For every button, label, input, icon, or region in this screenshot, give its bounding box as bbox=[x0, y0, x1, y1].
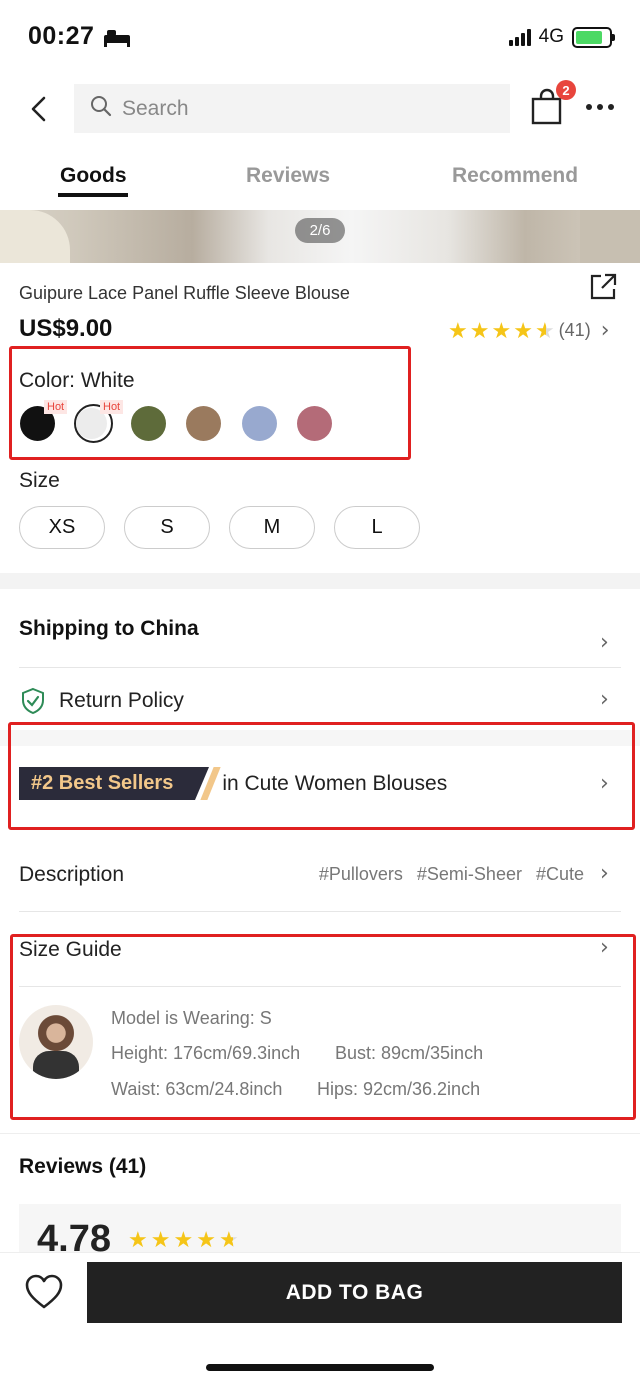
more-options-icon[interactable] bbox=[586, 104, 614, 110]
product-title: Guipure Lace Panel Ruffle Sleeve Blouse bbox=[19, 283, 350, 303]
battery-icon bbox=[572, 26, 615, 48]
tag-pullovers: #Pullovers bbox=[318, 864, 403, 884]
product-price: US$9.00 bbox=[19, 315, 113, 342]
hot-badge: Hot bbox=[100, 400, 124, 414]
section-separator bbox=[0, 573, 640, 589]
size-option-xs[interactable]: XS bbox=[19, 506, 105, 549]
chevron-right-icon[interactable]: › bbox=[600, 630, 609, 655]
star-icon: ★ bbox=[469, 317, 490, 343]
star-icon: ★ bbox=[196, 1227, 216, 1252]
hot-badge: Hot bbox=[44, 400, 68, 414]
color-highlight-box bbox=[9, 346, 411, 460]
share-icon[interactable] bbox=[588, 272, 618, 302]
tab-recommend[interactable]: Recommend bbox=[452, 164, 578, 188]
model-bust: Bust: 89cm/35inch bbox=[335, 1043, 484, 1063]
product-rating[interactable]: ★ ★ ★ ★ ★ (41) › bbox=[448, 318, 610, 343]
shield-check-icon bbox=[20, 687, 46, 720]
chevron-right-icon[interactable]: › bbox=[600, 935, 609, 960]
search-icon bbox=[90, 95, 112, 122]
size-option-m[interactable]: M bbox=[229, 506, 315, 549]
model-avatar bbox=[19, 1005, 93, 1079]
tab-goods[interactable]: Goods bbox=[60, 164, 127, 188]
home-indicator[interactable] bbox=[206, 1364, 434, 1371]
model-hips: Hips: 92cm/36.2inch bbox=[317, 1079, 481, 1099]
back-icon[interactable] bbox=[24, 92, 54, 126]
chevron-right-icon[interactable]: › bbox=[600, 771, 609, 796]
half-star-icon: ★ bbox=[534, 317, 555, 343]
status-indicators: 4G bbox=[508, 26, 615, 48]
chevron-right-icon: › bbox=[600, 318, 610, 343]
star-icon: ★ bbox=[448, 317, 468, 343]
divider bbox=[0, 1133, 640, 1134]
rating-count: (41) bbox=[558, 320, 591, 340]
rose-swatch[interactable] bbox=[297, 406, 332, 441]
size-option-s[interactable]: S bbox=[124, 506, 210, 549]
gallery-pager: 2/6 bbox=[295, 218, 345, 243]
cart-count-badge: 2 bbox=[556, 80, 576, 100]
tag-semi-sheer: #Semi-Sheer bbox=[416, 864, 522, 884]
tab-reviews[interactable]: Reviews bbox=[246, 164, 330, 188]
divider bbox=[19, 667, 621, 668]
bestseller-banner[interactable]: #2 Best Sellers in Cute Women Blouses bbox=[19, 767, 447, 800]
chevron-right-icon[interactable]: › bbox=[600, 687, 609, 712]
shipping-label[interactable]: Shipping to China bbox=[19, 617, 199, 641]
network-label: 4G bbox=[538, 26, 564, 47]
add-to-bag-button[interactable]: ADD TO BAG bbox=[87, 1262, 622, 1323]
active-tab-indicator bbox=[58, 193, 128, 197]
brown-swatch[interactable] bbox=[186, 406, 221, 441]
search-input[interactable]: Search bbox=[74, 84, 510, 133]
blue-swatch[interactable] bbox=[242, 406, 277, 441]
star-icon: ★ bbox=[128, 1227, 148, 1252]
chevron-right-icon[interactable]: › bbox=[600, 861, 609, 886]
olive-swatch[interactable] bbox=[131, 406, 166, 441]
model-height: Height: 176cm/69.3inch bbox=[111, 1043, 301, 1063]
star-icon: ★ bbox=[173, 1227, 194, 1252]
tag-cute: #Cute bbox=[535, 864, 584, 884]
signal-icon bbox=[508, 28, 531, 46]
size-option-l[interactable]: L bbox=[334, 506, 420, 549]
description-tags: #Pullovers #Semi-Sheer #Cute bbox=[319, 864, 584, 885]
sleep-mode-icon bbox=[103, 27, 131, 52]
review-stars: ★ ★ ★ ★ ★ bbox=[128, 1229, 239, 1251]
bestseller-rank-tag: #2 Best Sellers bbox=[19, 767, 210, 800]
wishlist-heart-icon[interactable] bbox=[24, 1274, 64, 1310]
color-label: Color: White bbox=[19, 369, 135, 392]
bestseller-category: in Cute Women Blouses bbox=[222, 771, 448, 795]
search-placeholder: Search bbox=[122, 96, 189, 120]
return-policy-label[interactable]: Return Policy bbox=[59, 689, 184, 713]
status-time: 00:27 bbox=[28, 22, 95, 50]
star-icon: ★ bbox=[513, 317, 533, 343]
star-icon: ★ bbox=[491, 317, 512, 343]
divider bbox=[19, 986, 621, 987]
size-label: Size bbox=[19, 469, 60, 492]
size-guide-label[interactable]: Size Guide bbox=[19, 938, 122, 962]
divider bbox=[19, 911, 621, 912]
star-icon: ★ bbox=[150, 1227, 171, 1252]
model-waist: Waist: 63cm/24.8inch bbox=[111, 1079, 283, 1099]
description-label[interactable]: Description bbox=[19, 863, 124, 887]
reviews-title: Reviews (41) bbox=[19, 1155, 147, 1178]
half-star-icon: ★ bbox=[218, 1227, 239, 1252]
model-wearing: Model is Wearing: S bbox=[111, 1008, 272, 1028]
